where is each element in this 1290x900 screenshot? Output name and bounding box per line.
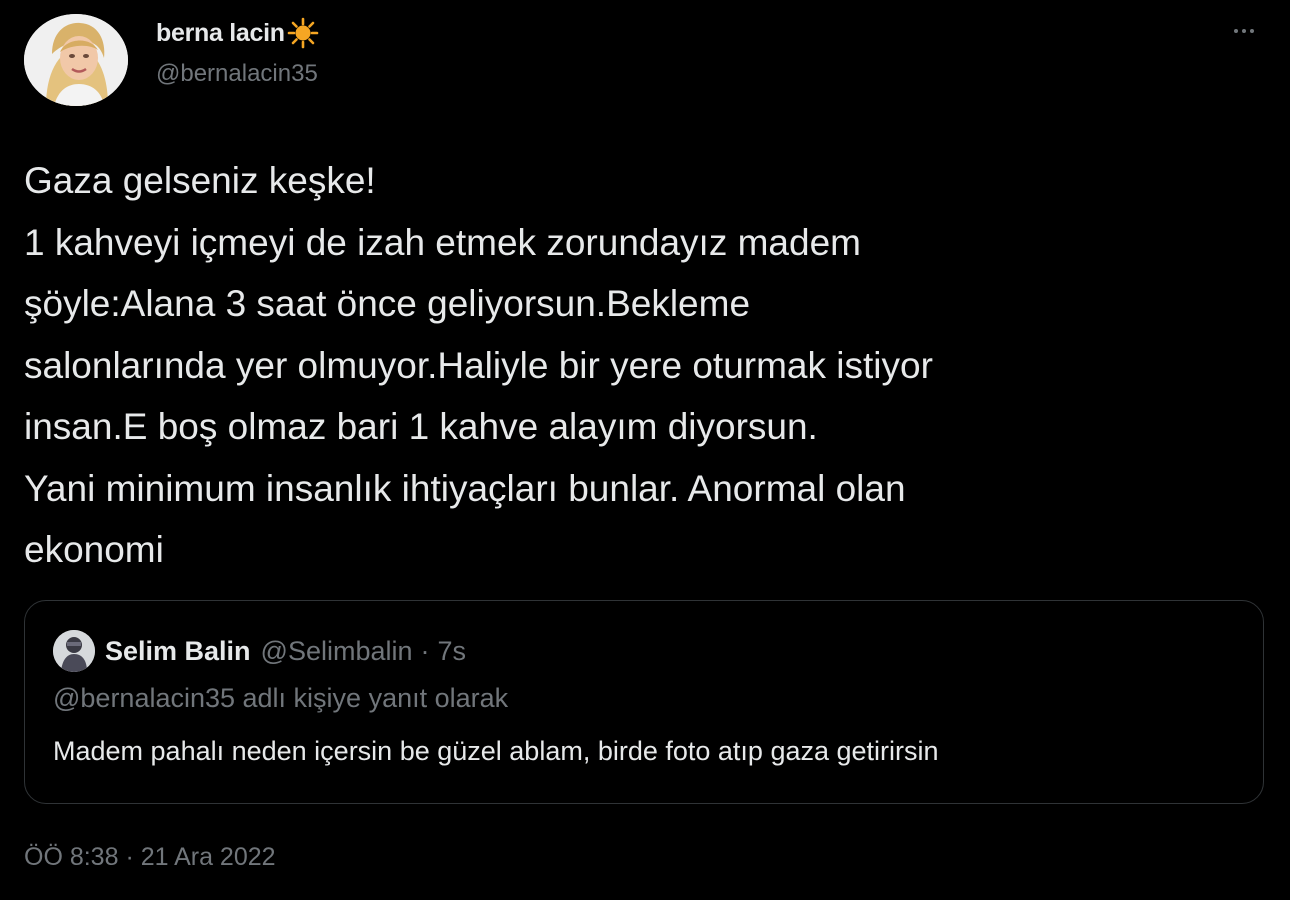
author-name-row[interactable]: berna lacin [156,16,319,50]
quoted-tweet-card[interactable]: Selim Balin @Selimbalin · 7s @bernalacin… [24,600,1264,804]
author-handle[interactable]: @bernalacin35 [156,60,318,88]
tweet-text-line: 1 kahveyi içmeyi de izah etmek zorundayı… [24,221,861,263]
author-avatar-image [24,14,128,106]
more-options-button[interactable] [1222,16,1266,46]
author-display-name[interactable]: berna lacin [156,19,285,48]
quoted-tweet-time: 7s [437,635,467,666]
more-horizontal-icon-dot [1250,29,1254,33]
tweet-text-line: şöyle:Alana 3 saat önce geliyorsun.Bekle… [24,283,751,324]
quoted-author-handle: @Selimbalin [260,635,413,666]
tweet-text-line: Yani minimum insanlık ihtiyaçları bunlar… [24,467,906,509]
quoted-reply-context: @bernalacin35 adlı kişiye yanıt olarak [53,683,509,713]
quoted-header-separator: · [420,635,430,666]
tweet-text-line: ekonomi [24,529,164,570]
tweet-text-line: salonlarında yer olmuyor.Haliyle bir yer… [24,344,933,386]
quoted-author-avatar [53,630,95,672]
tweet-text-line: Gaza gelseniz keşke! [24,160,376,201]
sun-icon [287,17,319,49]
more-horizontal-icon-dot [1242,29,1246,33]
author-avatar[interactable] [24,14,128,106]
tweet-text-line: insan.E boş olmaz bari 1 kahve alayım di… [24,406,818,447]
tweet-text: Gaza gelseniz keşke! 1 kahveyi içmeyi de… [24,150,1274,581]
more-horizontal-icon [1234,29,1238,33]
quoted-author-name: Selim Balin [105,635,251,666]
tweet-timestamp[interactable]: ÖÖ 8:38 · 21 Ara 2022 [24,843,276,872]
quoted-tweet-text: Madem pahalı neden içersin be güzel abla… [53,736,939,766]
quoted-tweet-header: Selim Balin @Selimbalin · 7s [53,629,466,673]
